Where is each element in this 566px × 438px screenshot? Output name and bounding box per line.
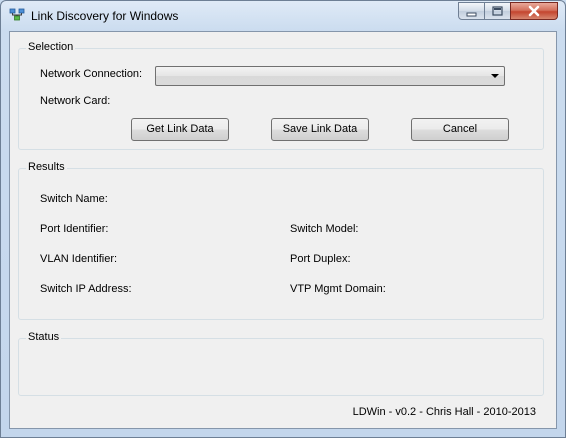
title-bar[interactable]: Link Discovery for Windows (1, 1, 565, 29)
results-group: Results Switch Name: Port Identifier: Sw… (18, 161, 544, 320)
switch-name-label: Switch Name: (40, 193, 108, 205)
minimize-button[interactable] (458, 2, 485, 20)
results-group-label: Results (26, 161, 67, 173)
app-window: Link Discovery for Windows Selection Net… (0, 0, 566, 438)
status-group: Status (18, 331, 544, 396)
footer-credit: LDWin - v0.2 - Chris Hall - 2010-2013 (352, 406, 536, 418)
port-duplex-label: Port Duplex: (290, 253, 351, 265)
network-card-label: Network Card: (40, 95, 111, 107)
status-group-label: Status (26, 331, 62, 343)
window-title: Link Discovery for Windows (31, 9, 179, 23)
chevron-down-icon (491, 74, 499, 78)
switch-ip-label: Switch IP Address: (40, 283, 132, 295)
vtp-domain-label: VTP Mgmt Domain: (290, 283, 386, 295)
get-link-data-button[interactable]: Get Link Data (131, 118, 229, 141)
selection-group: Selection Network Connection: Network Ca… (18, 41, 544, 150)
switch-model-label: Switch Model: (290, 223, 359, 235)
network-connection-label: Network Connection: (40, 68, 143, 80)
client-area: Selection Network Connection: Network Ca… (9, 31, 557, 429)
save-link-data-button[interactable]: Save Link Data (271, 118, 369, 141)
selection-group-label: Selection (26, 41, 76, 53)
maximize-button[interactable] (484, 2, 511, 20)
vlan-identifier-label: VLAN Identifier: (40, 253, 118, 265)
network-icon (9, 8, 25, 22)
network-connection-dropdown[interactable] (155, 66, 505, 86)
close-button[interactable] (510, 2, 558, 20)
port-identifier-label: Port Identifier: (40, 223, 109, 235)
cancel-button[interactable]: Cancel (411, 118, 509, 141)
